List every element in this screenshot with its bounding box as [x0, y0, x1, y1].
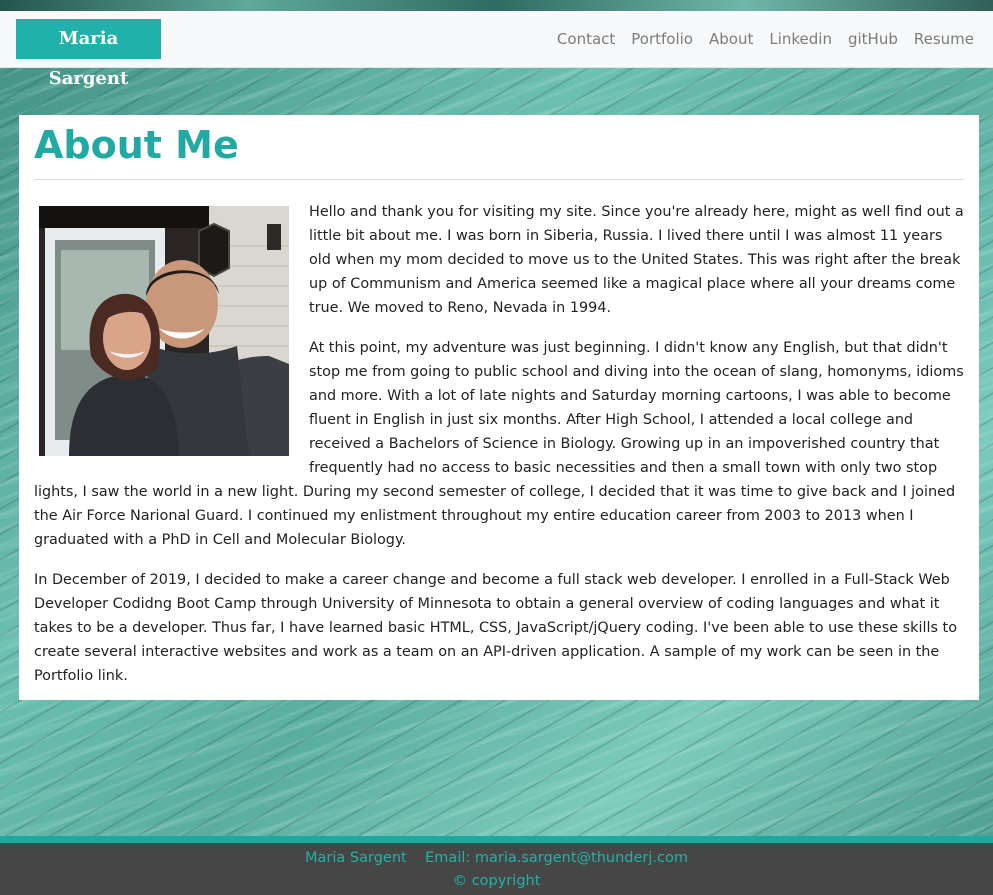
footer: Maria Sargent Email: maria.sargent@thund… [0, 843, 993, 895]
footer-copyright: © copyright [452, 873, 541, 889]
navbar: Maria Sargent Contact Portfolio About Li… [0, 11, 993, 89]
brand-logo-link[interactable]: Maria Sargent [16, 19, 161, 89]
footer-copyright-row: © copyright [0, 870, 993, 892]
nav-link-portfolio[interactable]: Portfolio [631, 30, 693, 48]
nav-link-contact[interactable]: Contact [557, 30, 615, 48]
background-top-strip [0, 0, 993, 11]
footer-email-label: Email: [425, 850, 471, 866]
nav-link-resume[interactable]: Resume [914, 30, 974, 48]
nav-link-about[interactable]: About [709, 30, 753, 48]
nav-link-github[interactable]: gitHub [848, 30, 898, 48]
nav-link-linkedin[interactable]: Linkedin [769, 30, 832, 48]
footer-accent-line [0, 836, 993, 843]
profile-photo [39, 206, 289, 456]
page-title: About Me [34, 123, 239, 167]
footer-contact-row: Maria Sargent Email: maria.sargent@thund… [0, 847, 993, 869]
about-content: Hello and thank you for visiting my site… [34, 180, 964, 688]
about-paragraph-3: In December of 2019, I decided to make a… [34, 572, 958, 684]
about-card: About Me Hello and thank you for visitin… [19, 115, 979, 700]
nav-links: Contact Portfolio About Linkedin gitHub … [557, 11, 974, 67]
footer-email-link[interactable]: maria.sargent@thunderj.com [475, 850, 688, 866]
footer-name: Maria Sargent [305, 850, 407, 866]
